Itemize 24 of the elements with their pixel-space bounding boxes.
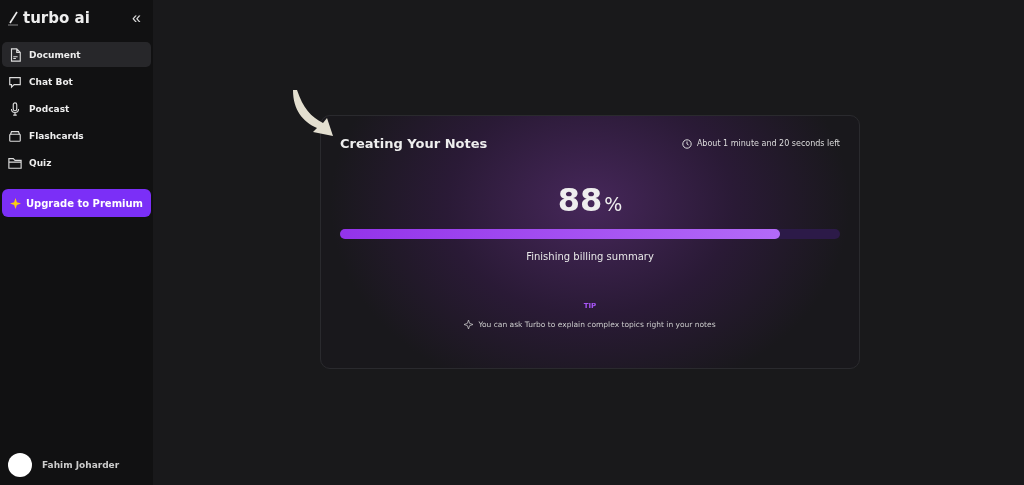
chat-bubble-icon — [8, 74, 22, 89]
status-text: Finishing billing summary — [525, 251, 655, 262]
document-icon — [8, 47, 22, 62]
stack-icon — [8, 128, 22, 143]
percent-value: 88 — [557, 181, 603, 219]
upgrade-button[interactable]: Upgrade to Premium — [2, 189, 151, 217]
logo-text: turbo ai — [23, 9, 90, 27]
folder-icon — [8, 155, 22, 170]
nav-item[interactable]: Quiz — [2, 150, 151, 175]
card-title: Creating Your Notes — [340, 136, 488, 151]
sparkle-icon — [9, 197, 21, 209]
nav-item[interactable]: Podcast — [2, 96, 151, 121]
pen-icon — [8, 10, 20, 26]
nav-item[interactable]: Document — [2, 42, 151, 67]
microphone-icon — [8, 101, 22, 116]
nav-item[interactable]: Flashcards — [2, 123, 151, 148]
user-name: Fahim Joharder — [42, 460, 120, 470]
sparkle-icon — [464, 320, 474, 329]
nav-item[interactable]: Chat Bot — [2, 69, 151, 94]
time-remaining: About 1 minute and 20 seconds left — [696, 139, 840, 148]
clock-icon — [681, 138, 692, 149]
avatar[interactable] — [8, 453, 32, 477]
collapse-button[interactable]: « — [128, 9, 145, 27]
percent-sign: % — [604, 193, 623, 215]
